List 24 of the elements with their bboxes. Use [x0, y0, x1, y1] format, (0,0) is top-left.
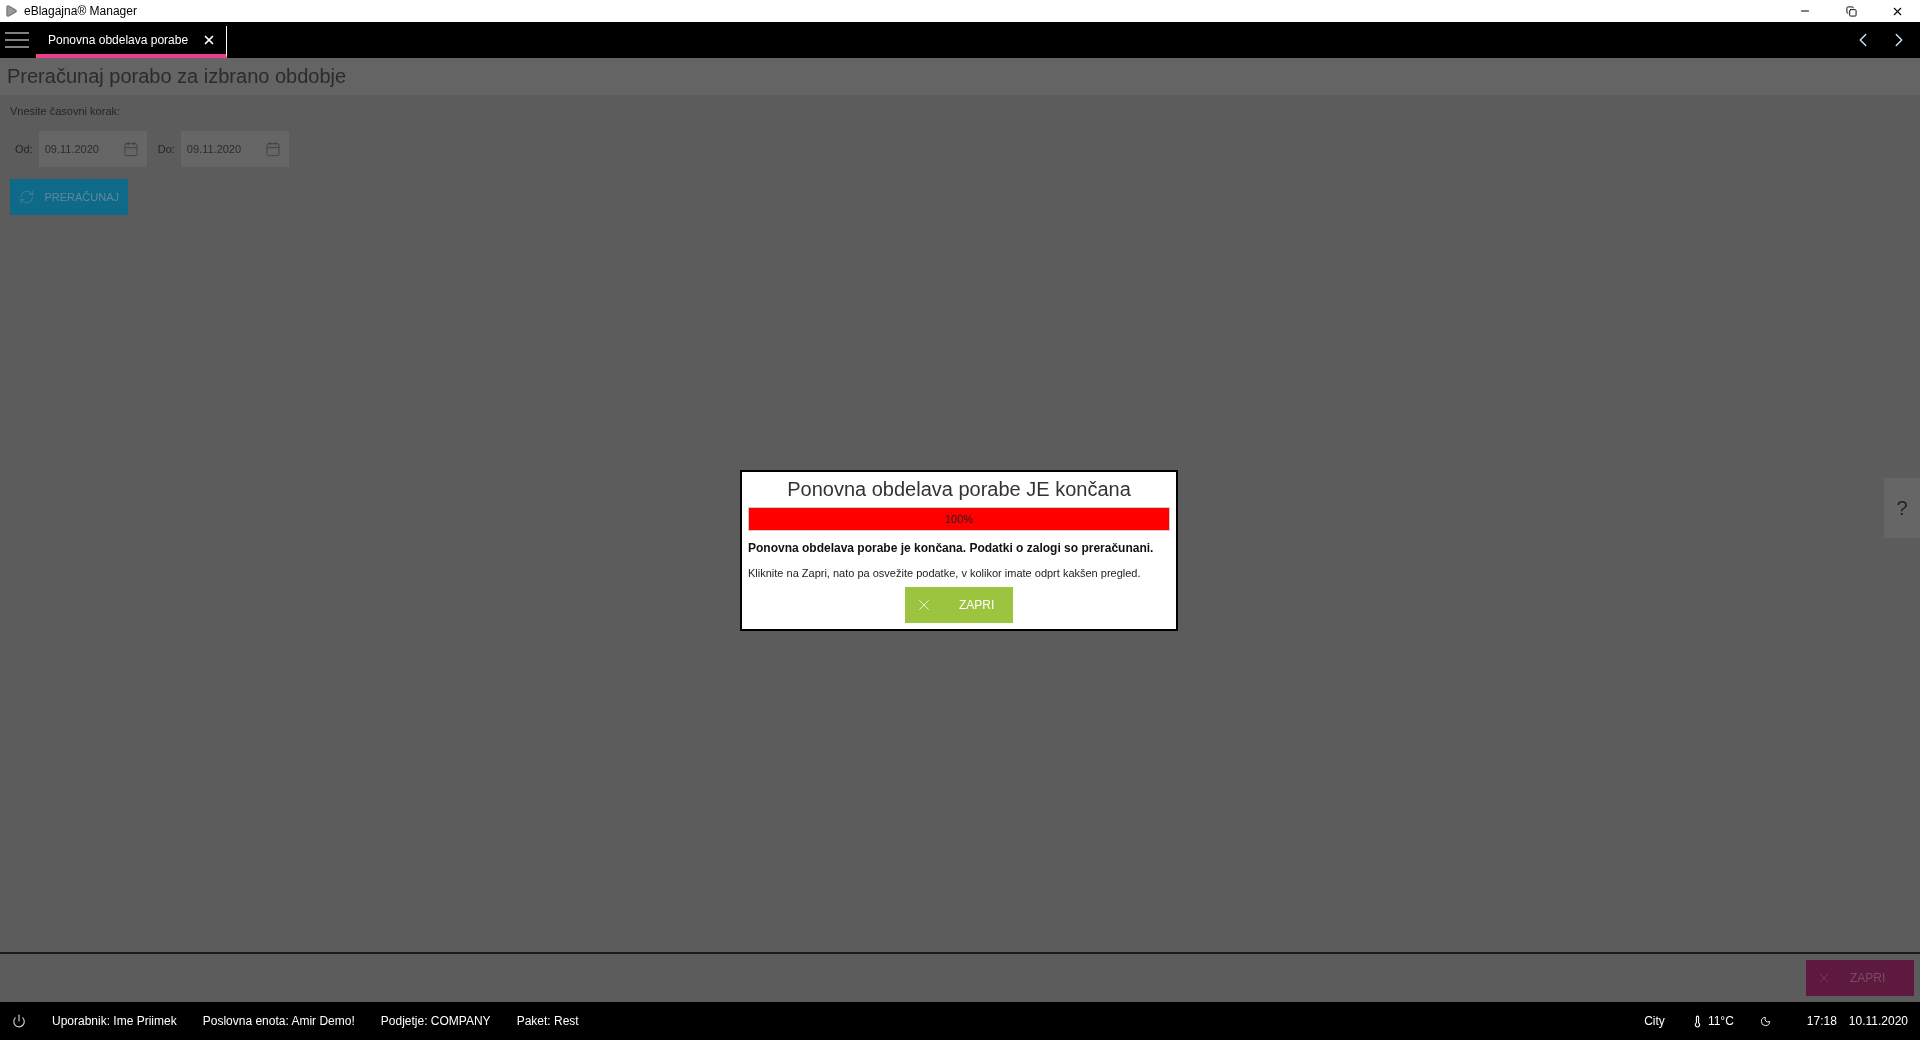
progress-label: 100% — [944, 513, 974, 525]
dialog-message: Ponovna obdelava porabe je končana. Podatki o zalogi so preračunani. — [748, 541, 1155, 555]
power-icon[interactable] — [12, 1014, 26, 1028]
date: 10.11.2020 — [1848, 1014, 1908, 1028]
date-field[interactable]: 09.11.2020 — [38, 131, 147, 167]
status-item: Uporabnik: Ime Priimek — [52, 1014, 177, 1028]
restore-icon[interactable] — [1845, 5, 1857, 17]
recalculate-button[interactable]: PRERAČUNAJ — [10, 179, 128, 215]
help-tab[interactable]: ? — [1884, 478, 1920, 538]
app-logo-icon — [4, 4, 18, 18]
city-label: City — [1644, 1014, 1665, 1028]
status-item: Poslovna enota: Amir Demo! — [202, 1014, 355, 1028]
time: 17:18 — [1806, 1014, 1837, 1028]
close-dialog-button[interactable]: ZAPRI — [905, 587, 1013, 623]
moon-icon — [1759, 1015, 1771, 1027]
status-item: Podjetje: COMPANY — [380, 1014, 491, 1028]
page-heading: Preračunaj porabo za izbrano obdobje — [7, 65, 347, 88]
temperature: 11°C — [1707, 1014, 1734, 1028]
dialog-hint: Kliknite na Zapri, nato pa osvežite podatke, v kolikor imate odprt kakšen pregled. — [748, 567, 1142, 579]
window-title: eBlagajna® Manager — [24, 4, 138, 18]
date-field[interactable]: 09.11.2020 — [180, 131, 289, 167]
refresh-icon — [19, 189, 35, 205]
status-item: Paket: Rest — [516, 1014, 579, 1028]
dialog-title: Ponovna obdelava porabe JE končana — [787, 478, 1131, 501]
